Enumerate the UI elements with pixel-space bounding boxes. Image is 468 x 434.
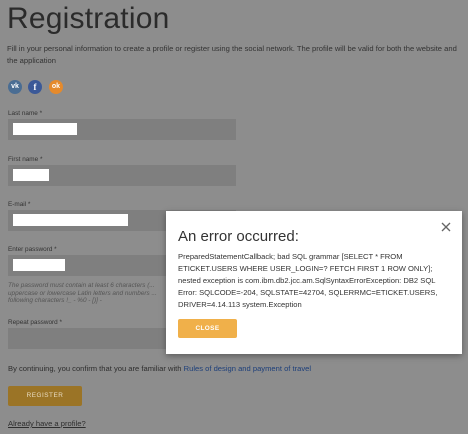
- email-label: E-mail *: [8, 201, 31, 208]
- consent-text: By continuing, you confirm that you are …: [8, 364, 312, 373]
- password-hint: The password must contain at least 6 cha…: [8, 282, 157, 304]
- password-label: Enter password *: [8, 246, 57, 253]
- first-name-label: First name *: [8, 156, 43, 163]
- redaction-mask: [13, 259, 65, 271]
- rules-link[interactable]: Rules of design and payment of travel: [184, 364, 311, 373]
- error-dialog: An error occurred: PreparedStatementCall…: [166, 211, 462, 354]
- repeat-password-label: Repeat password *: [8, 319, 62, 326]
- page-title: Registration: [7, 2, 170, 35]
- redaction-mask: [13, 214, 128, 226]
- redaction-mask: [13, 123, 77, 135]
- redaction-mask: [13, 169, 49, 181]
- first-name-field[interactable]: [8, 165, 236, 186]
- intro-text: Fill in your personal information to cre…: [7, 44, 457, 65]
- have-profile-link[interactable]: Already have a profile?: [8, 419, 86, 428]
- vk-icon[interactable]: vk: [8, 80, 22, 94]
- odnoklassniki-icon[interactable]: ok: [49, 80, 63, 94]
- close-button[interactable]: CLOSE: [178, 319, 237, 338]
- register-button[interactable]: REGISTER: [8, 386, 82, 406]
- close-icon[interactable]: [439, 220, 453, 234]
- last-name-label: Last name *: [8, 110, 43, 117]
- last-name-field[interactable]: [8, 119, 236, 140]
- error-dialog-title: An error occurred:: [178, 228, 299, 245]
- error-message: PreparedStatementCallback; bad SQL gramm…: [178, 252, 438, 309]
- facebook-icon[interactable]: f: [28, 80, 42, 94]
